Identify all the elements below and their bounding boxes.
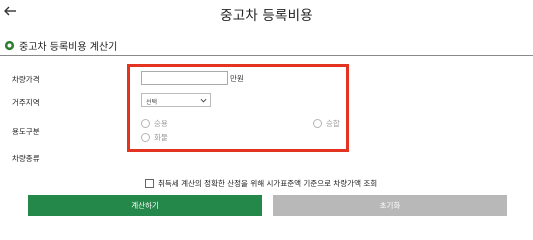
highlight-box <box>127 64 349 152</box>
page-title: 중고차 등록비용 <box>220 8 313 24</box>
calculate-button[interactable]: 계산하기 <box>28 195 262 216</box>
section-divider <box>0 55 533 56</box>
agreement-checkbox[interactable] <box>145 179 154 188</box>
header: 중고차 등록비용 <box>0 0 533 26</box>
region-label: 거주지역 <box>12 98 40 107</box>
flower-bullet-icon <box>4 40 15 51</box>
agreement-row[interactable]: 취득세 계산의 정확한 산정을 위해 시가표준액 기준으로 차량가액 조회 <box>145 178 377 189</box>
section-header: 중고차 등록비용 계산기 <box>4 38 117 53</box>
reset-button[interactable]: 초기화 <box>273 195 507 216</box>
vehicle-type-label: 차량종류 <box>12 154 40 163</box>
usage-label: 용도구분 <box>12 127 40 136</box>
price-label: 차량가격 <box>12 75 40 84</box>
agreement-text: 취득세 계산의 정확한 산정을 위해 시가표준액 기준으로 차량가액 조회 <box>158 179 378 188</box>
section-title: 중고차 등록비용 계산기 <box>19 42 118 53</box>
